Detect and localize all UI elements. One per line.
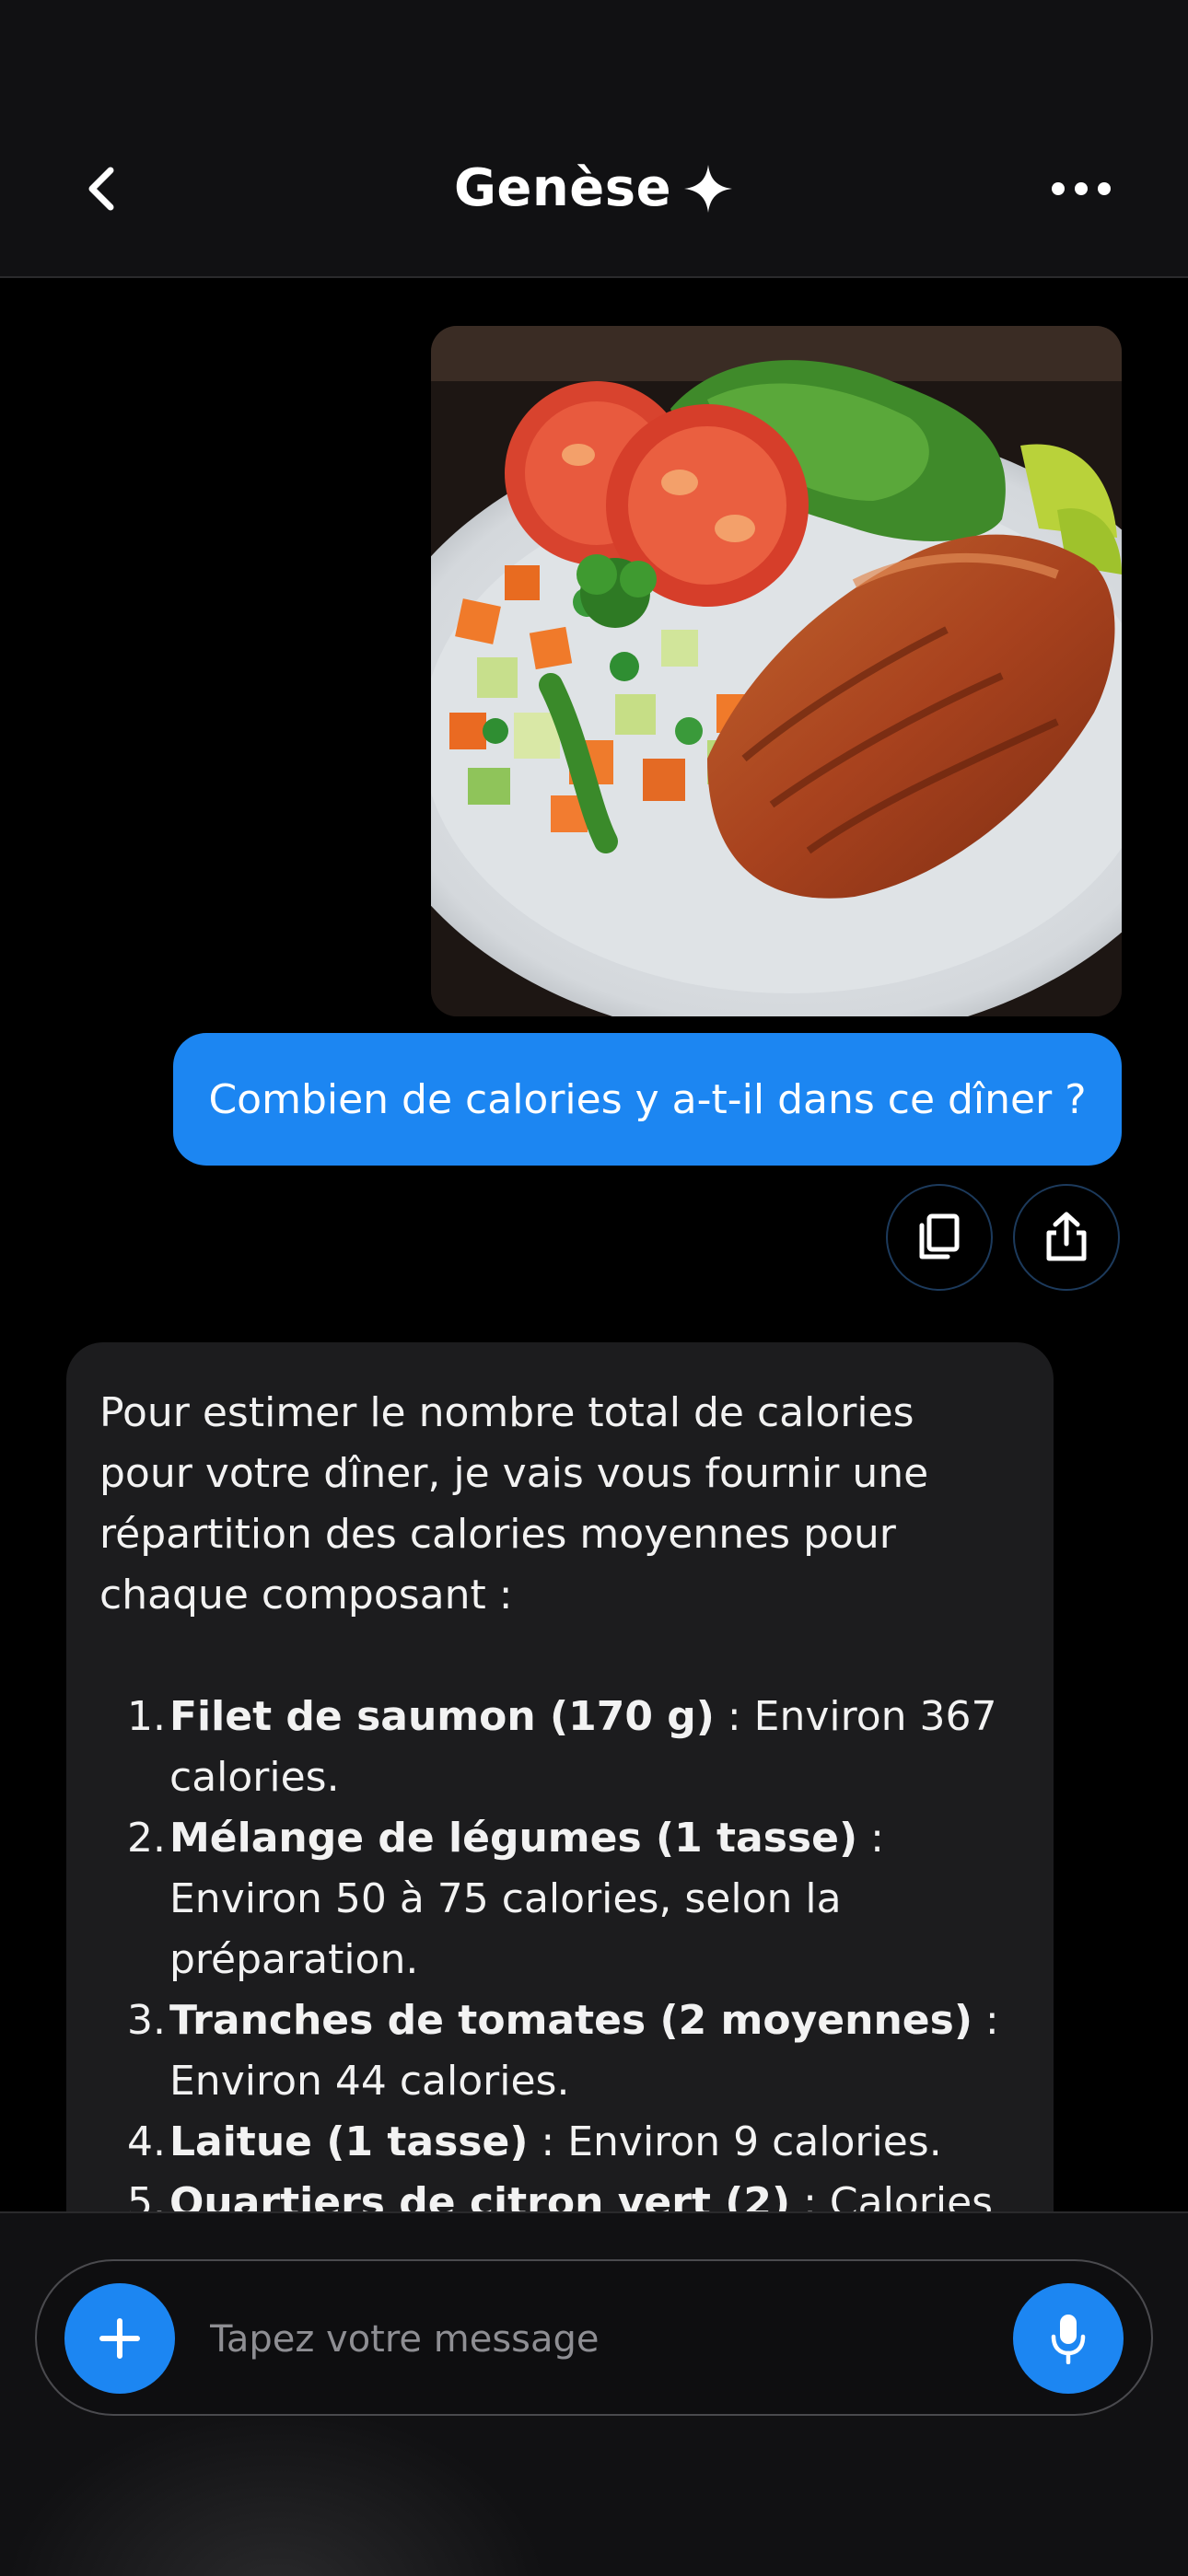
list-number: 1. — [127, 1693, 166, 1740]
item-title: Tranches de tomates (2 moyennes) — [169, 1997, 973, 2044]
item-title: Quartiers de citron vert (2) — [169, 2179, 791, 2211]
item-title: Filet de saumon (170 g) — [169, 1693, 715, 1740]
sparkle-icon — [684, 164, 733, 213]
page-title: Genèse — [0, 158, 1188, 218]
item-title: Laitue (1 tasse) — [169, 2118, 529, 2165]
chat-thread[interactable]: Combien de calories y a-t-il dans ce dîn… — [0, 278, 1188, 2211]
title-text: Genèse — [453, 158, 672, 218]
assistant-intro: Pour estimer le nombre total de calories… — [99, 1389, 929, 1619]
list-item: 4. Laitue (1 tasse) : Environ 9 calories… — [99, 2112, 1019, 2173]
add-attachment-button[interactable] — [64, 2283, 175, 2394]
list-item: 3. Tranches de tomates (2 moyennes) : En… — [99, 1990, 1019, 2112]
list-item: 5. Quartiers de citron vert (2) : Calori… — [99, 2173, 1019, 2211]
list-item: 1. Filet de saumon (170 g) : Environ 367… — [99, 1687, 1019, 1808]
copy-icon — [919, 1213, 960, 1259]
more-options-button[interactable] — [1044, 166, 1118, 212]
list-number: 5. — [127, 2179, 166, 2211]
microphone-icon — [1051, 2315, 1086, 2364]
composer-area — [0, 2211, 1188, 2576]
list-item: 2. Mélange de légumes (1 tasse) : Enviro… — [99, 1808, 1019, 1990]
plus-icon — [99, 2318, 140, 2359]
item-text: : Environ 9 calories. — [528, 2118, 942, 2165]
list-number: 4. — [127, 2118, 166, 2165]
top-bar: Genèse — [0, 0, 1188, 278]
user-image-attachment[interactable] — [431, 326, 1122, 1016]
list-number: 2. — [127, 1815, 166, 1862]
ellipsis-icon — [1052, 182, 1111, 195]
item-title: Mélange de légumes (1 tasse) — [169, 1815, 858, 1862]
share-icon — [1046, 1212, 1087, 1261]
message-input[interactable] — [208, 2298, 949, 2381]
user-message-bubble[interactable]: Combien de calories y a-t-il dans ce dîn… — [173, 1033, 1122, 1166]
user-message-text: Combien de calories y a-t-il dans ce dîn… — [208, 1075, 1087, 1123]
message-composer — [35, 2259, 1153, 2416]
calorie-breakdown-list: 1. Filet de saumon (170 g) : Environ 367… — [99, 1687, 1019, 2211]
microphone-button[interactable] — [1013, 2283, 1124, 2394]
copy-button[interactable] — [886, 1184, 993, 1291]
share-button[interactable] — [1013, 1184, 1120, 1291]
assistant-message-bubble[interactable]: Pour estimer le nombre total de calories… — [66, 1342, 1054, 2211]
list-number: 3. — [127, 1997, 166, 2044]
salmon-dinner-photo — [431, 326, 1122, 1016]
